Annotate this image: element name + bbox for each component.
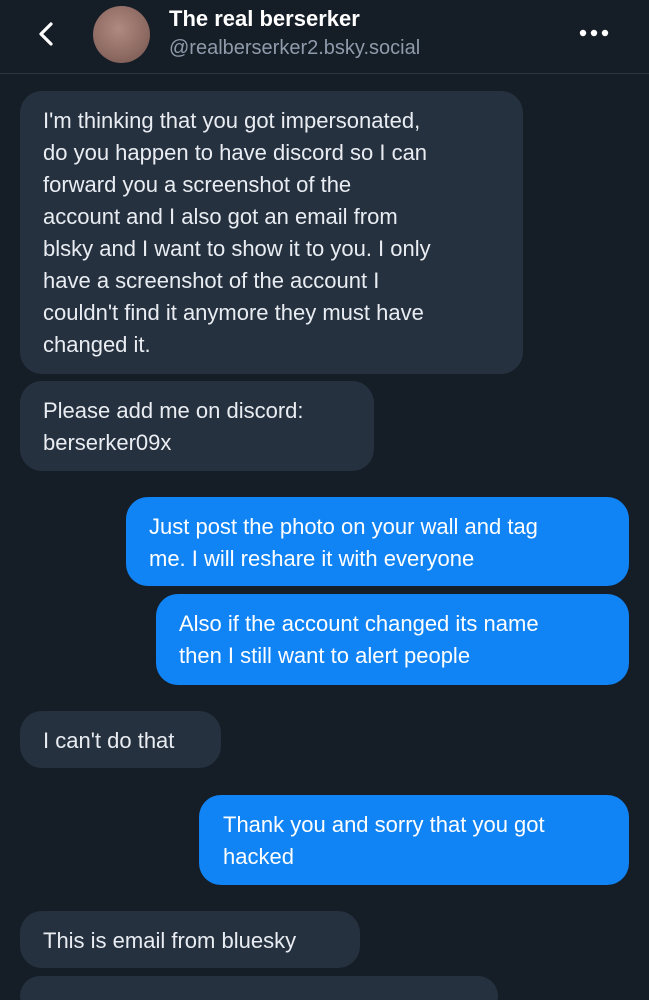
message-bubble-incoming[interactable]: I can't do that [20,711,221,768]
message-bubble-outgoing[interactable]: Thank you and sorry that you got hacked [199,795,629,885]
back-button[interactable] [28,14,64,54]
message-bubble-outgoing[interactable]: Also if the account changed its name the… [156,594,629,685]
contact-handle: @realberserker2.bsky.social [169,37,421,59]
chat-screen: The real berserker @realberserker2.bsky.… [0,0,649,1000]
more-options-button[interactable] [574,18,614,48]
message-bubble-incoming[interactable]: I'm thinking that you got impersonated, … [20,91,523,374]
message-bubble-incoming[interactable]: Please add me on discord: berserker09x [20,381,374,471]
avatar[interactable] [93,6,150,63]
chevron-left-icon [39,22,53,46]
contact-name: The real berserker [169,6,360,31]
message-bubble-incoming[interactable]: This is email from bluesky [20,911,360,968]
conversation-header: The real berserker @realberserker2.bsky.… [0,0,649,74]
ellipsis-icon [579,29,609,37]
message-bubble-outgoing[interactable]: Just post the photo on your wall and tag… [126,497,629,586]
message-bubble-incoming-partial[interactable] [20,976,498,1000]
